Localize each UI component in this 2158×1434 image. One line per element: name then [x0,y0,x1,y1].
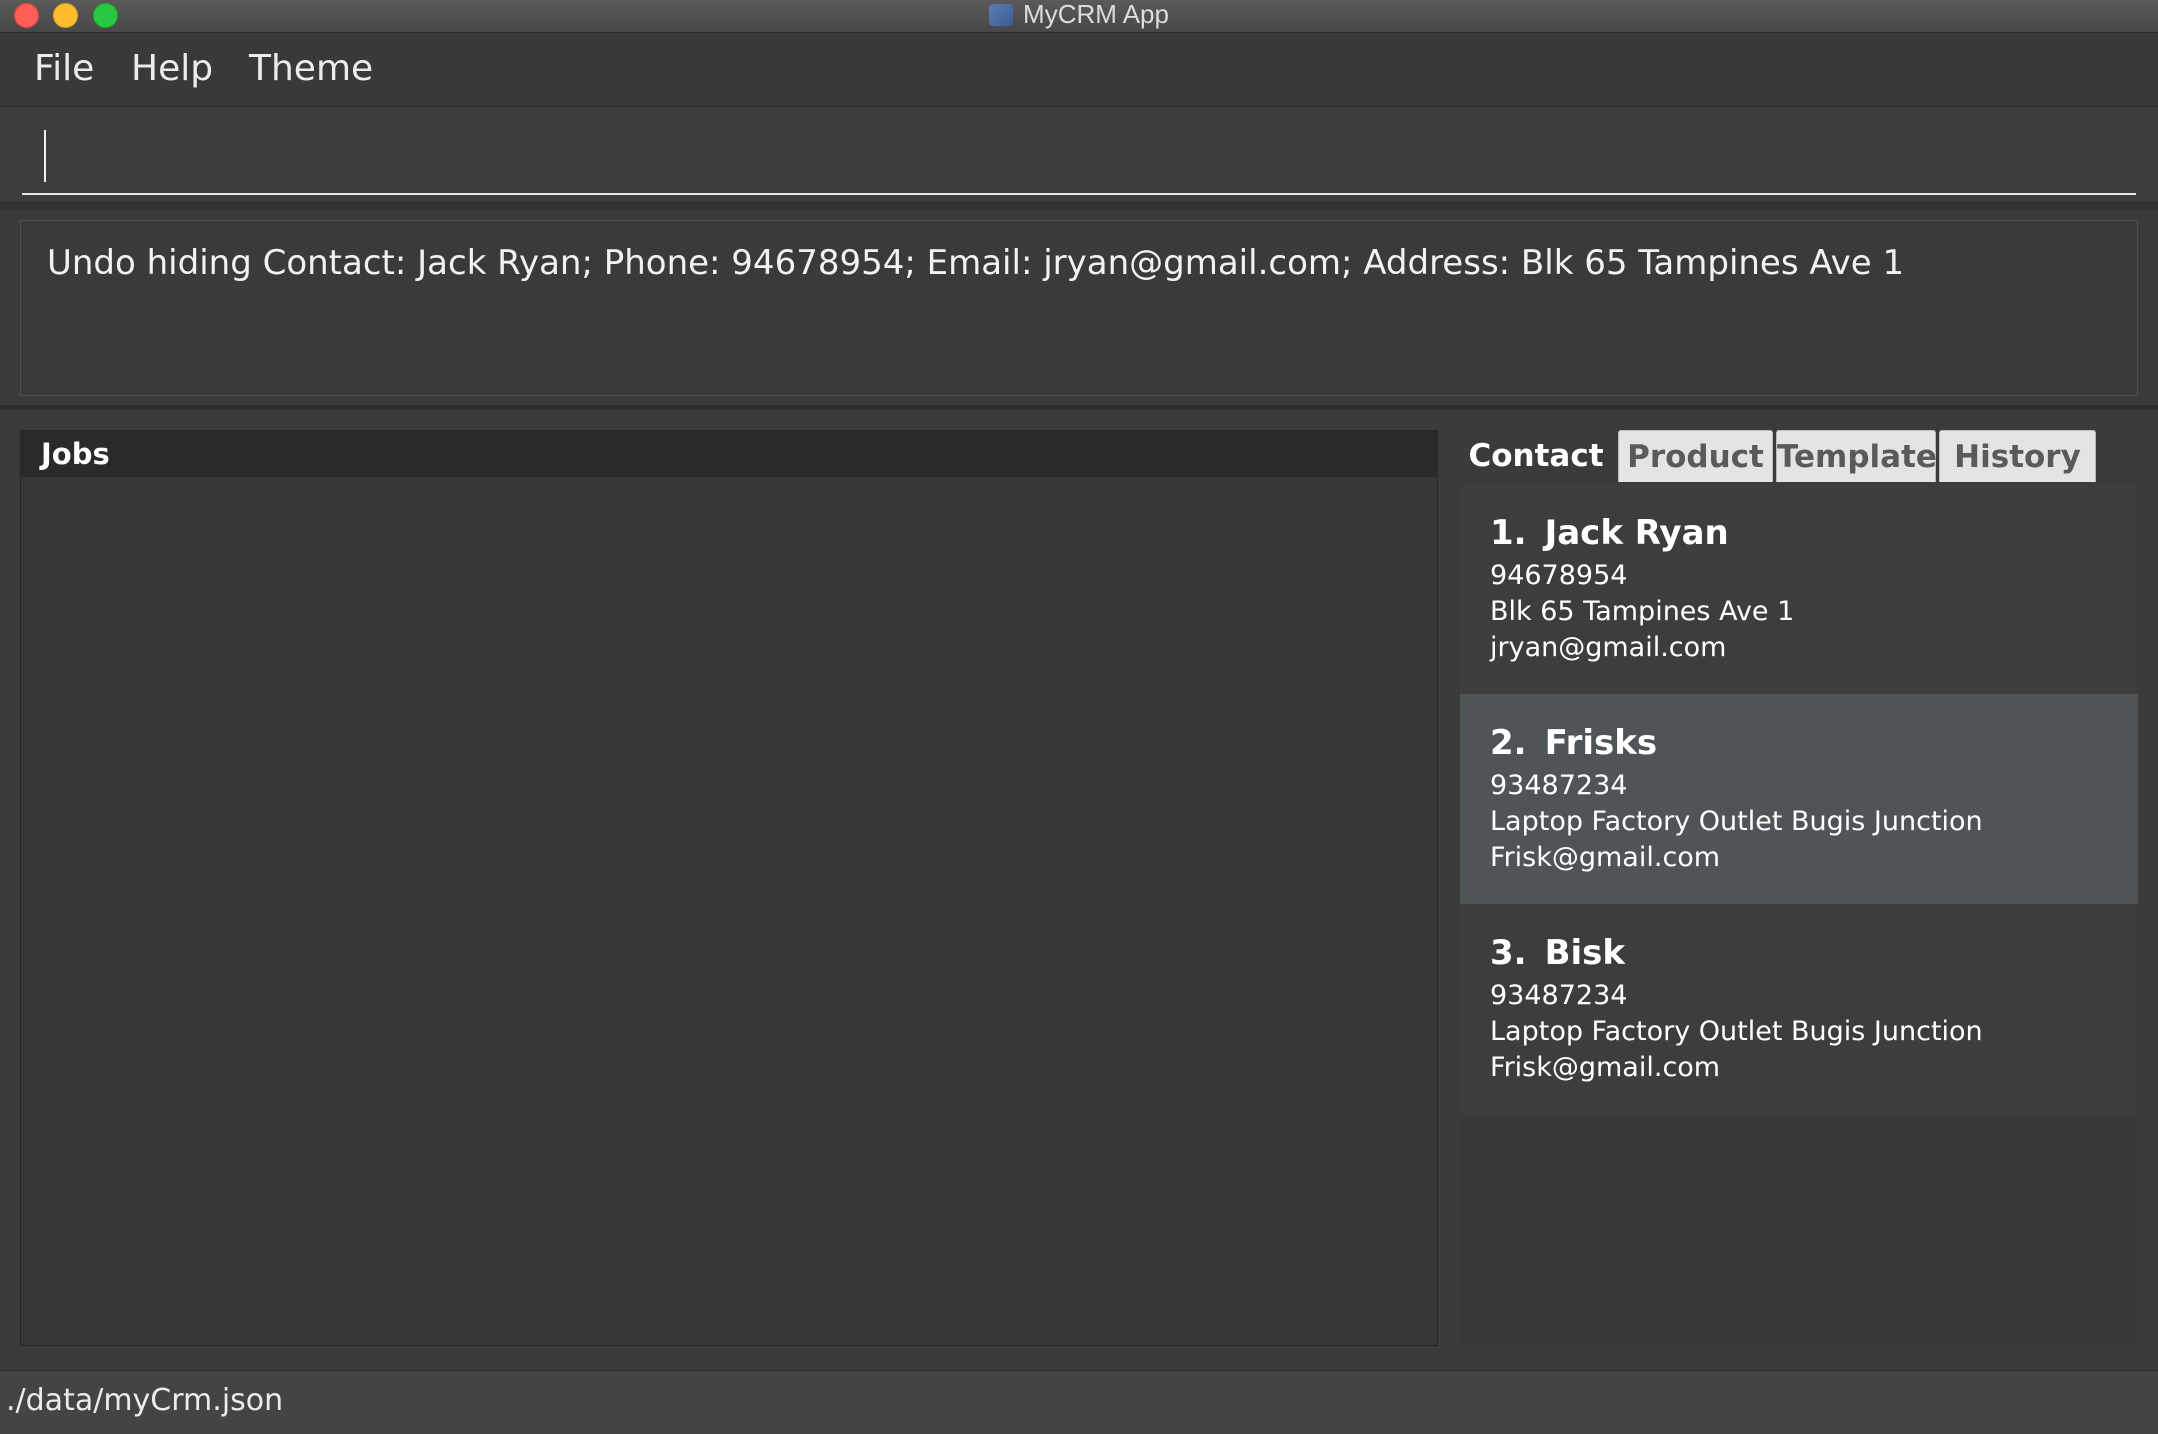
contact-address: Blk 65 Tampines Ave 1 [1490,596,1795,627]
jobs-title: Jobs [21,431,1437,477]
contact-phone: 94678954 [1490,560,1628,591]
contact-email: Frisk@gmail.com [1490,1052,1721,1083]
tab-product[interactable]: Product [1618,430,1773,482]
split-divider[interactable] [0,405,2158,410]
save-location-path: ./data/myCrm.json [6,1383,284,1418]
tab-bar: Contact Product Template History [1460,430,2138,484]
result-display: Undo hiding Contact: Jack Ryan; Phone: 9… [20,220,2138,396]
menu-bar: File Help Theme [0,33,2158,107]
tab-history[interactable]: History [1939,430,2096,482]
contact-card[interactable]: 3. Bisk 93487234 Laptop Factory Outlet Bu… [1460,904,2138,1114]
contact-index: 2. [1490,723,1527,763]
menu-theme[interactable]: Theme [249,47,373,91]
menu-file[interactable]: File [34,47,94,91]
result-message: Undo hiding Contact: Jack Ryan; Phone: 9… [47,243,1905,283]
contact-list: 1. Jack Ryan 94678954 Blk 65 Tampines Ave… [1460,484,2138,1346]
contact-address: Laptop Factory Outlet Bugis Junction [1490,806,1983,837]
menu-help[interactable]: Help [131,47,213,91]
contact-email: jryan@gmail.com [1490,632,1727,663]
contact-address: Laptop Factory Outlet Bugis Junction [1490,1016,1983,1047]
contact-card[interactable]: 1. Jack Ryan 94678954 Blk 65 Tampines Ave… [1460,484,2138,694]
contact-phone: 93487234 [1490,770,1628,801]
text-cursor [44,130,46,182]
window-title-text: MyCRM App [1023,0,1169,29]
contact-name-text: Jack Ryan [1544,513,1729,553]
contact-index: 1. [1490,513,1527,553]
title-bar: MyCRM App [0,0,2158,33]
app-icon [989,4,1014,26]
tab-template[interactable]: Template [1776,430,1937,482]
tab-contact[interactable]: Contact [1460,430,1612,482]
contact-name-text: Frisks [1544,723,1658,763]
command-input[interactable] [22,125,2136,195]
contact-name-text: Bisk [1544,933,1625,973]
status-bar: ./data/myCrm.json [0,1370,2158,1434]
contact-phone: 93487234 [1490,980,1628,1011]
contact-name: 1. Jack Ryan [1490,512,1729,554]
contact-name: 3. Bisk [1490,932,1625,974]
divider [0,201,2158,210]
window-title: MyCRM App [0,0,2158,30]
jobs-panel: Jobs [20,430,1438,1346]
command-box [0,107,2158,201]
contact-email: Frisk@gmail.com [1490,842,1721,873]
contact-card-selected[interactable]: 2. Frisks 93487234 Laptop Factory Outlet … [1460,694,2138,904]
contact-index: 3. [1490,933,1527,973]
contact-name: 2. Frisks [1490,722,1657,764]
